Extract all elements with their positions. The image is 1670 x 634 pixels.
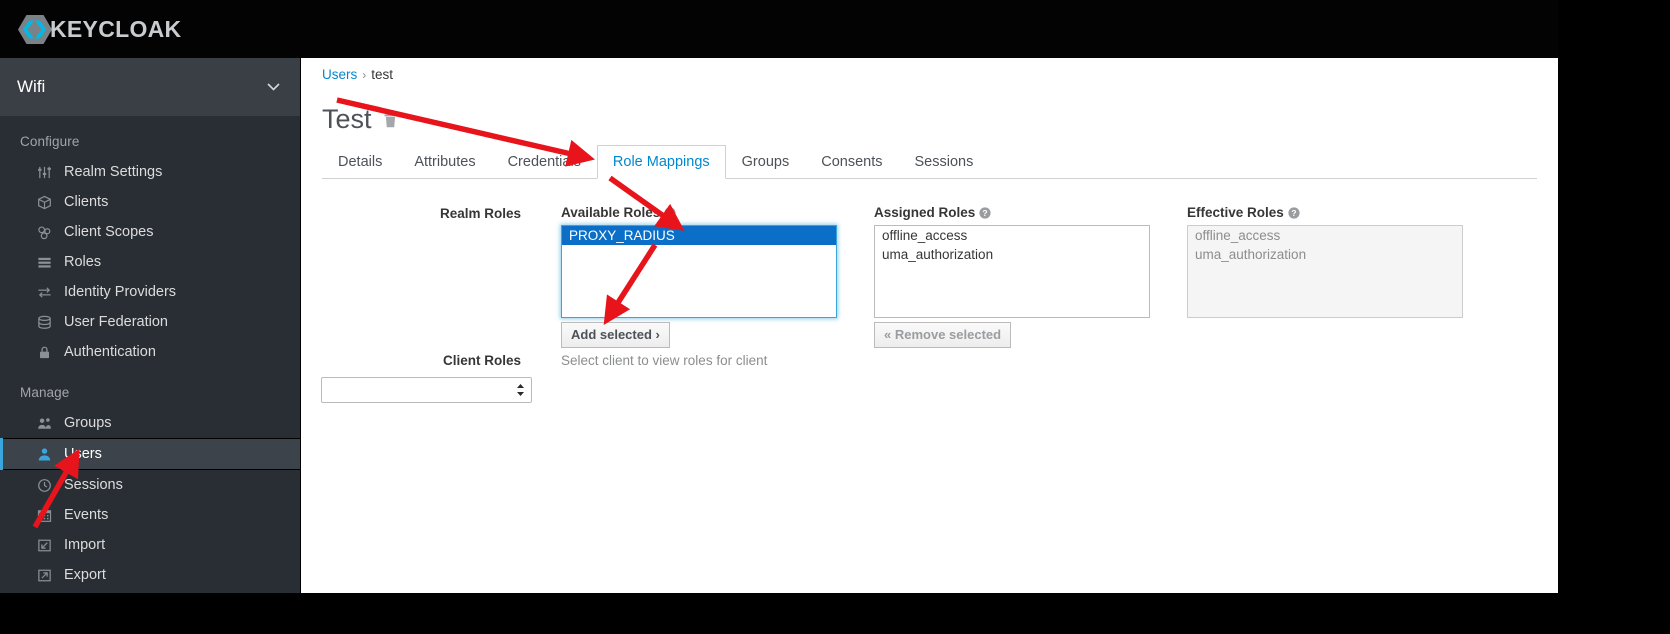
page-title-row: Test — [322, 106, 398, 133]
svg-text:?: ? — [668, 208, 673, 218]
masthead: KEYCLOAK — [0, 0, 1558, 58]
sliders-icon — [36, 164, 53, 181]
sidebar-item-label: Roles — [64, 254, 102, 270]
sidebar-item-label: Identity Providers — [64, 284, 177, 300]
sidebar: Wifi Configure Realm Settings Clients Cl… — [0, 58, 301, 593]
realm-name: Wifi — [17, 77, 46, 96]
list-item[interactable]: uma_authorization — [875, 245, 1149, 264]
blocks-icon — [36, 224, 53, 241]
database-icon — [36, 314, 53, 331]
tab-consents[interactable]: Consents — [805, 145, 898, 178]
chevron-down-icon — [267, 83, 280, 91]
sidebar-item-label: Import — [64, 537, 106, 553]
sidebar-item-authentication[interactable]: Authentication — [0, 337, 300, 367]
user-icon — [36, 446, 53, 463]
page-title: Test — [322, 104, 372, 134]
brand-logo[interactable]: KEYCLOAK — [18, 14, 181, 45]
assigned-roles-listbox[interactable]: offline_access uma_authorization — [874, 225, 1150, 318]
breadcrumb-current: test — [371, 67, 394, 82]
client-roles-select[interactable] — [321, 377, 532, 403]
keycloak-hexagon-logo-icon — [18, 15, 52, 44]
question-circle-icon[interactable]: ? — [664, 206, 676, 219]
tab-sessions[interactable]: Sessions — [898, 145, 989, 178]
exchange-arrows-icon — [36, 284, 53, 301]
sidebar-item-label: Export — [64, 567, 106, 583]
nav-section-configure: Configure Realm Settings Clients Client … — [0, 116, 300, 367]
effective-roles-label: Effective Roles — [1187, 205, 1284, 220]
tab-attributes[interactable]: Attributes — [398, 145, 491, 178]
sidebar-item-label: Users — [64, 446, 102, 462]
lock-icon — [36, 344, 53, 361]
add-selected-button[interactable]: Add selected › — [561, 322, 670, 348]
breadcrumb-link-users[interactable]: Users — [322, 67, 357, 82]
tab-role-mappings[interactable]: Role Mappings — [596, 145, 726, 179]
assigned-roles-label: Assigned Roles — [874, 205, 976, 220]
users-group-icon — [36, 415, 53, 432]
sidebar-item-client-scopes[interactable]: Client Scopes — [0, 217, 300, 247]
list-item[interactable]: offline_access — [875, 226, 1149, 245]
list-item: offline_access — [1195, 228, 1281, 243]
sidebar-item-identity-providers[interactable]: Identity Providers — [0, 277, 300, 307]
effective-roles-label-row: Effective Roles ? — [1187, 205, 1463, 220]
stepper-updown-icon — [517, 384, 524, 396]
effective-roles-group: Effective Roles ? offline_access uma_aut… — [1187, 205, 1463, 318]
breadcrumb: Users › test — [322, 67, 393, 82]
sidebar-item-label: Clients — [64, 194, 109, 210]
trash-icon[interactable] — [383, 111, 398, 128]
list-item: uma_authorization — [1195, 247, 1307, 262]
sidebar-item-roles[interactable]: Roles — [0, 247, 300, 277]
sidebar-item-export[interactable]: Export — [0, 560, 300, 590]
realm-roles-label: Realm Roles — [439, 206, 521, 221]
remove-selected-button[interactable]: « Remove selected — [874, 322, 1012, 348]
sidebar-item-label: Groups — [64, 415, 112, 431]
list-rows-icon — [36, 254, 53, 271]
svg-text:?: ? — [1291, 208, 1296, 218]
sidebar-item-import[interactable]: Import — [0, 530, 300, 560]
sidebar-item-sessions[interactable]: Sessions — [0, 470, 300, 500]
sidebar-item-users[interactable]: Users — [0, 438, 300, 470]
sidebar-item-label: Events — [64, 507, 109, 523]
sidebar-item-clients[interactable]: Clients — [0, 187, 300, 217]
tab-details[interactable]: Details — [322, 145, 398, 178]
question-circle-icon[interactable]: ? — [1288, 206, 1300, 219]
sidebar-item-groups[interactable]: Groups — [0, 408, 300, 438]
sidebar-item-events[interactable]: Events — [0, 500, 300, 530]
client-roles-label: Client Roles — [442, 353, 521, 368]
tab-credentials[interactable]: Credentials — [492, 145, 597, 178]
available-roles-group: Available Roles ? PROXY_RADIUS Add selec… — [561, 205, 837, 348]
available-roles-listbox[interactable]: PROXY_RADIUS — [561, 225, 837, 318]
assigned-roles-label-row: Assigned Roles ? — [874, 205, 1150, 220]
svg-text:?: ? — [983, 208, 988, 218]
main-content: Users › test Test Details Attributes Crede… — [301, 58, 1558, 593]
realm-selector[interactable]: Wifi — [0, 58, 300, 116]
calendar-icon — [36, 507, 53, 524]
export-arrow-icon — [36, 567, 53, 584]
list-item[interactable]: PROXY_RADIUS — [562, 226, 836, 245]
nav-section-manage: Manage Groups Users Sessions Events Impo… — [0, 367, 300, 590]
assigned-roles-group: Assigned Roles ? offline_access uma_auth… — [874, 205, 1150, 348]
nav-section-title-manage: Manage — [20, 385, 70, 400]
sidebar-item-realm-settings[interactable]: Realm Settings — [0, 157, 300, 187]
available-roles-label-row: Available Roles ? — [561, 205, 837, 220]
sidebar-item-label: Realm Settings — [64, 164, 163, 180]
cube-icon — [36, 194, 53, 211]
keycloak-admin-console: KEYCLOAK Wifi Configure Realm Settings C… — [0, 0, 1670, 634]
tab-groups[interactable]: Groups — [726, 145, 806, 178]
brand-logo-text: KEYCLOAK — [50, 16, 182, 42]
sidebar-item-user-federation[interactable]: User Federation — [0, 307, 300, 337]
available-roles-label: Available Roles — [561, 205, 661, 220]
nav-section-title-configure: Configure — [20, 134, 80, 149]
client-roles-hint: Select client to view roles for client — [561, 353, 768, 368]
import-arrow-icon — [36, 537, 53, 554]
sidebar-item-label: Sessions — [64, 477, 123, 493]
tab-bar: Details Attributes Credentials Role Mapp… — [322, 145, 1537, 179]
sidebar-item-label: User Federation — [64, 314, 168, 330]
sidebar-item-label: Client Scopes — [64, 224, 154, 240]
sidebar-item-label: Authentication — [64, 344, 156, 360]
breadcrumb-separator: › — [362, 68, 367, 82]
question-circle-icon[interactable]: ? — [979, 206, 991, 219]
effective-roles-listbox: offline_access uma_authorization — [1187, 225, 1463, 318]
clock-icon — [36, 477, 53, 494]
